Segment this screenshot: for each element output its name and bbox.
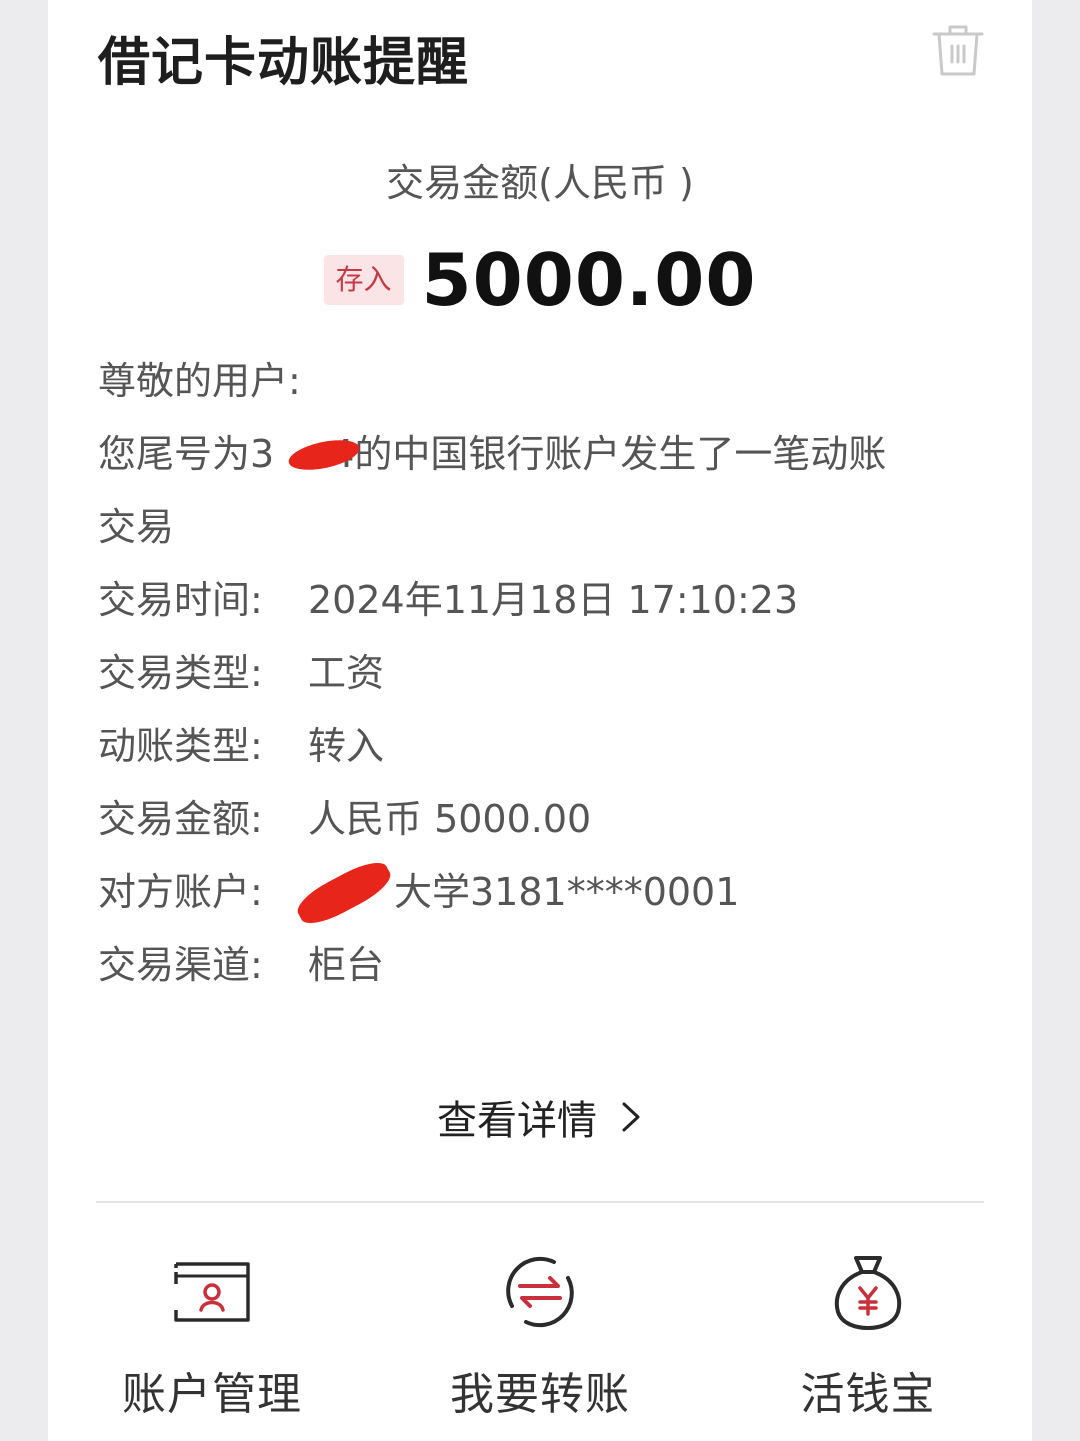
field-key: 交易时间: — [98, 578, 263, 622]
account-management-label: 账户管理 — [122, 1369, 302, 1420]
field-value: 工资 — [308, 651, 385, 695]
account-management-button[interactable]: 账户管理 — [48, 1250, 376, 1422]
money-fund-label: 活钱宝 — [800, 1369, 936, 1420]
field-key: 交易金额: — [98, 797, 263, 841]
message-prefix: 您尾号为3 — [98, 432, 275, 476]
transfer-label: 我要转账 — [450, 1369, 630, 1420]
field-value: 柜台 — [308, 943, 385, 987]
field-value: 人民币 5000.00 — [308, 797, 592, 841]
field-key: 对方账户: — [98, 870, 263, 914]
action-bar: 账户管理 我要转账 活钱宝 — [48, 1250, 1032, 1422]
transfer-button[interactable]: 我要转账 — [376, 1250, 704, 1422]
view-details-button[interactable]: 查看详情 — [48, 1088, 1032, 1146]
field-change-type: 动账类型: 转入 — [98, 710, 958, 783]
amount-row: 存入 5000.00 — [48, 238, 1032, 322]
field-channel: 交易渠道: 柜台 — [98, 929, 958, 1002]
divider — [96, 1201, 984, 1203]
field-type: 交易类型: 工资 — [98, 637, 958, 710]
message-suffix: 4的中国银行账户发生了一笔动账 — [330, 432, 887, 476]
deposit-badge: 存入 — [323, 255, 404, 305]
transfer-icon — [506, 1256, 574, 1328]
chevron-right-icon — [622, 1102, 640, 1132]
field-key: 交易类型: — [98, 651, 263, 695]
notification-card: 借记卡动账提醒 交易金额(人民币 ) 存入 5000.00 尊敬的用户: 您尾号… — [48, 0, 1032, 1441]
trash-icon[interactable] — [930, 22, 986, 78]
field-key: 交易渠道: — [98, 943, 263, 987]
message-line: 您尾号为3 4的中国银行账户发生了一笔动账 — [98, 418, 958, 491]
field-key: 动账类型: — [98, 724, 263, 768]
amount-label: 交易金额(人民币 ) — [386, 161, 694, 205]
field-value: 转入 — [308, 724, 385, 768]
money-bag-icon — [834, 1256, 902, 1330]
field-value: 大学3181****0001 — [394, 870, 740, 914]
field-value: 2024年11月18日 17:10:23 — [308, 578, 799, 622]
amount-value: 5000.00 — [421, 238, 757, 322]
account-card-icon — [174, 1262, 250, 1322]
message-body: 尊敬的用户: 您尾号为3 4的中国银行账户发生了一笔动账 交易 交易时间: 202… — [98, 345, 958, 1002]
page-title: 借记卡动账提醒 — [98, 33, 470, 93]
field-time: 交易时间: 2024年11月18日 17:10:23 — [98, 564, 958, 637]
field-counterparty: 对方账户: 大学3181****0001 — [98, 854, 958, 932]
greeting: 尊敬的用户: — [98, 359, 301, 403]
view-details-label: 查看详情 — [437, 1098, 597, 1144]
money-fund-button[interactable]: 活钱宝 — [704, 1250, 1032, 1422]
field-amount: 交易金额: 人民币 5000.00 — [98, 783, 958, 856]
message-line-2: 交易 — [98, 505, 175, 549]
